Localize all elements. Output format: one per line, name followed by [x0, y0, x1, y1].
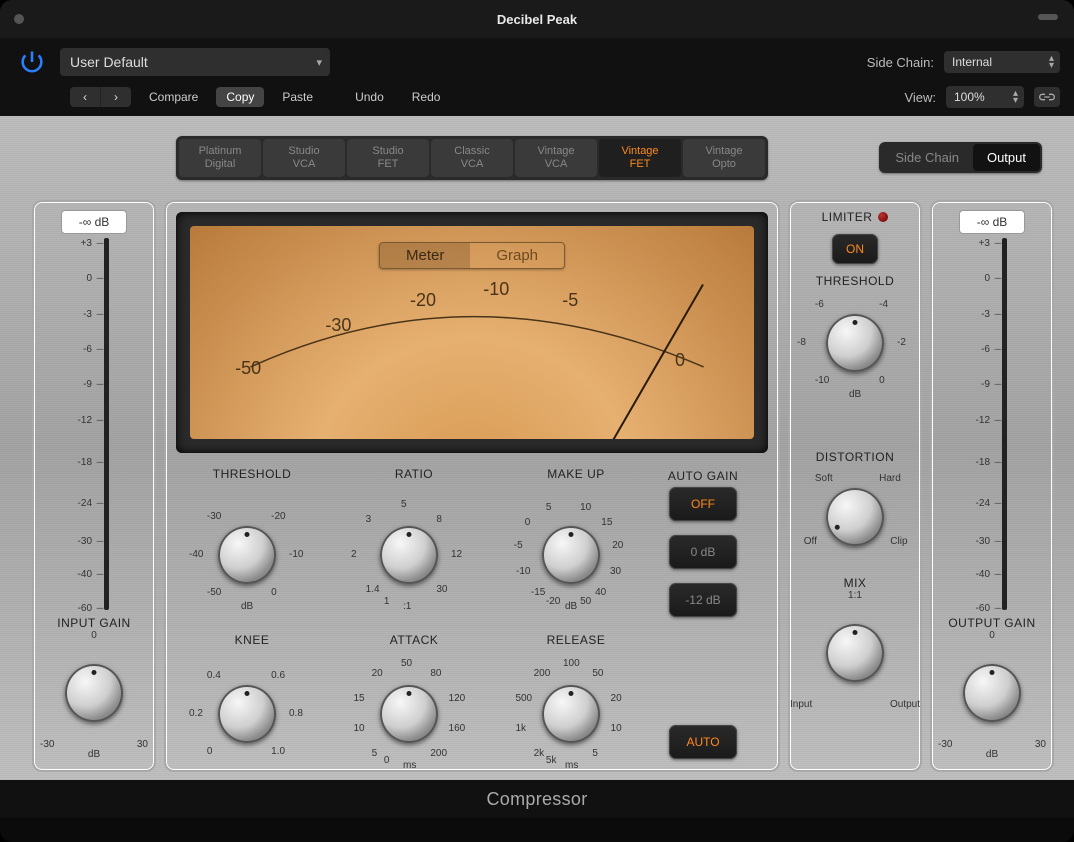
model-tab-vintage-vca[interactable]: VintageVCA — [515, 139, 597, 177]
limiter-threshold-label: THRESHOLD — [790, 274, 920, 288]
autogain-label: AUTO GAIN — [658, 469, 748, 483]
model-tab-studio-fet[interactable]: StudioFET — [347, 139, 429, 177]
input-section: -∞ dB +30-3-6-9-12-18-24-30-40-60 INPUT … — [32, 200, 156, 772]
sc-output-toggle: Side Chain Output — [879, 142, 1042, 173]
tab-output[interactable]: Output — [973, 144, 1040, 171]
sidechain-select[interactable]: Internal ▴▾ — [944, 51, 1060, 73]
release-auto-button[interactable]: AUTO — [669, 725, 737, 759]
output-gain-knob[interactable] — [963, 664, 1021, 722]
updown-icon: ▴▾ — [1049, 55, 1054, 69]
power-button[interactable] — [14, 44, 50, 80]
distortion-label: DISTORTION — [790, 450, 920, 464]
copy-button[interactable]: Copy — [216, 87, 264, 107]
plugin-toolbar: User Default ▾ Side Chain: Internal ▴▾ ‹… — [0, 38, 1074, 116]
mix-knob[interactable] — [826, 624, 884, 682]
input-meter: +30-3-6-9-12-18-24-30-40-60 — [76, 238, 112, 610]
output-gain-label: OUTPUT GAIN — [932, 616, 1052, 630]
knee-knob[interactable] — [218, 685, 276, 743]
knee-label: KNEE — [172, 633, 332, 647]
autogain-off-button[interactable]: OFF — [669, 487, 737, 521]
undo-button[interactable]: Undo — [345, 87, 394, 107]
compare-button[interactable]: Compare — [139, 87, 208, 107]
preset-select[interactable]: User Default ▾ — [60, 48, 330, 76]
ratio-knob[interactable] — [380, 526, 438, 584]
makeup-knob[interactable] — [542, 526, 600, 584]
input-readout: -∞ dB — [61, 210, 127, 234]
footer-label: Compressor — [0, 780, 1074, 818]
makeup-label: MAKE UP — [496, 467, 656, 481]
preset-label: User Default — [70, 54, 148, 70]
input-gain-knob[interactable] — [65, 664, 123, 722]
prev-preset-button[interactable]: ‹ — [70, 87, 101, 107]
threshold-knob[interactable] — [218, 526, 276, 584]
preset-nav: ‹ › — [70, 87, 131, 107]
main-section: Meter Graph -50-30-20-10-50 THRESHOLD -3… — [164, 200, 780, 772]
titlebar: Decibel Peak — [0, 0, 1074, 38]
model-tabs: PlatinumDigitalStudioVCAStudioFETClassic… — [176, 136, 768, 180]
redo-button[interactable]: Redo — [402, 87, 451, 107]
window-title: Decibel Peak — [497, 12, 577, 27]
autogain-neg12db-button[interactable]: -12 dB — [669, 583, 737, 617]
attack-label: ATTACK — [334, 633, 494, 647]
close-icon[interactable] — [14, 14, 24, 24]
chevron-down-icon: ▾ — [316, 56, 322, 69]
drag-handle-icon[interactable] — [1038, 14, 1058, 20]
model-tab-classic-vca[interactable]: ClassicVCA — [431, 139, 513, 177]
link-icon[interactable] — [1034, 87, 1060, 107]
sidechain-label: Side Chain: — [867, 55, 934, 70]
view-label: View: — [904, 90, 936, 105]
vu-meter: Meter Graph -50-30-20-10-50 — [176, 212, 768, 453]
limiter-threshold-knob[interactable] — [826, 314, 884, 372]
release-knob[interactable] — [542, 685, 600, 743]
output-readout: -∞ dB — [959, 210, 1025, 234]
vu-arc — [190, 226, 754, 427]
limiter-led-icon — [878, 212, 888, 222]
paste-button[interactable]: Paste — [272, 87, 323, 107]
output-meter: +30-3-6-9-12-18-24-30-40-60 — [974, 238, 1010, 610]
limiter-on-button[interactable]: ON — [832, 234, 878, 264]
plugin-panel: PlatinumDigitalStudioVCAStudioFETClassic… — [0, 116, 1074, 780]
view-zoom-select[interactable]: 100% ▴▾ — [946, 86, 1024, 108]
model-tab-vintage-opto[interactable]: VintageOpto — [683, 139, 765, 177]
tab-sidechain[interactable]: Side Chain — [881, 144, 973, 171]
mix-label: MIX — [790, 576, 920, 590]
limiter-label: LIMITER — [822, 210, 873, 224]
ratio-label: RATIO — [334, 467, 494, 481]
model-tab-platinum-digital[interactable]: PlatinumDigital — [179, 139, 261, 177]
threshold-label: THRESHOLD — [172, 467, 332, 481]
model-tab-studio-vca[interactable]: StudioVCA — [263, 139, 345, 177]
model-tab-vintage-fet[interactable]: VintageFET — [599, 139, 681, 177]
distortion-knob[interactable] — [826, 488, 884, 546]
attack-knob[interactable] — [380, 685, 438, 743]
updown-icon: ▴▾ — [1013, 90, 1018, 104]
limiter-section: LIMITER ON THRESHOLD -6-4-8-2-100dB DIST… — [788, 200, 922, 772]
output-section: -∞ dB +30-3-6-9-12-18-24-30-40-60 OUTPUT… — [930, 200, 1054, 772]
autogain-0db-button[interactable]: 0 dB — [669, 535, 737, 569]
input-gain-label: INPUT GAIN — [34, 616, 154, 630]
next-preset-button[interactable]: › — [101, 87, 131, 107]
release-label: RELEASE — [496, 633, 656, 647]
